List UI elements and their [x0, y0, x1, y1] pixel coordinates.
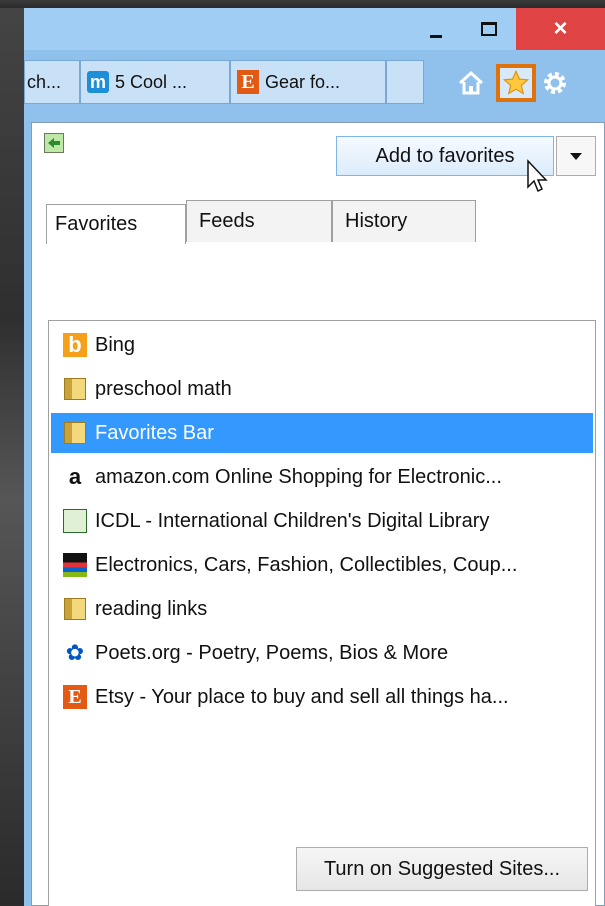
- star-icon: [502, 69, 530, 95]
- browser-tab[interactable]: ch...: [24, 60, 80, 104]
- maximize-button[interactable]: [464, 8, 514, 50]
- maximize-icon: [481, 22, 497, 36]
- folder-icon: [63, 377, 87, 401]
- desktop-background: [0, 0, 24, 906]
- favorites-button[interactable]: [496, 64, 536, 102]
- list-item[interactable]: Electronics, Cars, Fashion, Collectibles…: [51, 545, 593, 585]
- list-item-label: Bing: [95, 333, 136, 356]
- tab-favorites[interactable]: Favorites: [46, 204, 186, 244]
- m-site-icon: m: [87, 71, 109, 93]
- list-item[interactable]: Favorites Bar: [51, 413, 593, 453]
- browser-tab[interactable]: m 5 Cool ...: [80, 60, 230, 104]
- list-item[interactable]: a amazon.com Online Shopping for Electro…: [51, 457, 593, 497]
- browser-tab[interactable]: E Gear fo...: [230, 60, 386, 104]
- list-item-label: preschool math: [95, 377, 232, 400]
- gear-icon[interactable]: [540, 68, 570, 98]
- etsy-icon: E: [63, 685, 87, 709]
- minimize-icon: [430, 34, 442, 38]
- list-item-label: Poets.org - Poetry, Poems, Bios & More: [95, 641, 449, 664]
- list-item-label: Etsy - Your place to buy and sell all th…: [95, 685, 509, 708]
- tab-label: Gear fo...: [265, 71, 341, 92]
- suggested-sites-button[interactable]: Turn on Suggested Sites...: [296, 847, 588, 891]
- tab-label: 5 Cool ...: [115, 71, 188, 92]
- list-item-label: amazon.com Online Shopping for Electroni…: [95, 465, 502, 488]
- list-item-label: ICDL - International Children's Digital …: [95, 509, 490, 532]
- folder-icon: [63, 421, 87, 445]
- add-to-favorites-dropdown[interactable]: [556, 136, 596, 176]
- tab-label: ch...: [27, 71, 62, 92]
- list-item[interactable]: ✿ Poets.org - Poetry, Poems, Bios & More: [51, 633, 593, 673]
- list-item[interactable]: b Bing: [51, 325, 593, 365]
- list-item[interactable]: reading links: [51, 589, 593, 629]
- etsy-icon: E: [237, 70, 259, 94]
- amazon-icon: a: [68, 464, 82, 489]
- browser-window: × ch... m 5 Cool ... E Gear fo... Add to f…: [24, 8, 605, 906]
- poets-icon: ✿: [65, 640, 85, 665]
- ebay-icon: [63, 553, 87, 577]
- minimize-button[interactable]: [412, 8, 460, 50]
- arrow-left-icon: [48, 138, 60, 148]
- bing-icon: b: [63, 332, 87, 357]
- new-tab-button[interactable]: [386, 60, 424, 104]
- icdl-icon: [63, 509, 87, 533]
- chevron-down-icon: [570, 153, 582, 160]
- list-item[interactable]: E Etsy - Your place to buy and sell all …: [51, 677, 593, 717]
- tab-history[interactable]: History: [332, 200, 476, 242]
- folder-icon: [63, 597, 87, 621]
- pin-favorites-center-icon[interactable]: [44, 133, 64, 153]
- list-item[interactable]: preschool math: [51, 369, 593, 409]
- home-icon[interactable]: [456, 68, 486, 98]
- close-button[interactable]: ×: [516, 8, 605, 50]
- list-item[interactable]: ICDL - International Children's Digital …: [51, 501, 593, 541]
- favorites-tabs: Favorites Feeds History b Bing preschool…: [46, 200, 596, 906]
- favorites-list: b Bing preschool math Favorites Bar a am…: [48, 320, 596, 906]
- list-item-label: Favorites Bar: [95, 421, 214, 444]
- desktop-top-edge: [0, 0, 605, 8]
- add-to-favorites-button[interactable]: Add to favorites: [336, 136, 554, 176]
- tab-feeds[interactable]: Feeds: [186, 200, 332, 242]
- favorites-center-pane: Add to favorites Favorites Feeds History…: [31, 122, 605, 906]
- mouse-cursor-icon: [527, 159, 548, 193]
- list-item-label: reading links: [95, 597, 208, 620]
- list-item-label: Electronics, Cars, Fashion, Collectibles…: [95, 553, 518, 576]
